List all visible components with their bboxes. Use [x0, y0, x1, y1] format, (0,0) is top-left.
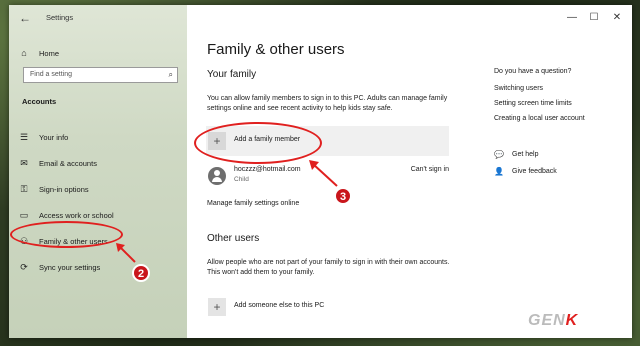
search-input[interactable]: Find a setting ⌕ — [23, 67, 178, 83]
search-icon[interactable]: ⌕ — [169, 70, 173, 80]
switching-users-link[interactable]: Switching users — [494, 85, 543, 92]
give-feedback-link[interactable]: 👤 Give feedback — [494, 167, 557, 176]
back-arrow-icon[interactable]: ← — [19, 11, 33, 25]
avatar — [208, 167, 226, 185]
other-users-description: Allow people who are not part of your fa… — [207, 259, 450, 276]
home-nav-item[interactable]: ⌂ Home — [17, 43, 59, 63]
plus-icon: + — [208, 298, 226, 316]
other-users-heading: Other users — [207, 233, 260, 244]
section-heading: Accounts — [22, 97, 57, 106]
add-other-user-button[interactable]: + Add someone else to this PC — [206, 292, 449, 322]
window-title: Settings — [46, 13, 74, 22]
sidebar-item-sign-in-options[interactable]: ⚿ Sign-in options — [17, 179, 89, 199]
feedback-icon: 👤 — [494, 167, 504, 176]
add-other-user-label: Add someone else to this PC — [234, 302, 325, 309]
key-icon: ⚿ — [20, 183, 28, 194]
mail-icon: ✉ — [20, 157, 28, 168]
sync-icon: ⟳ — [20, 261, 28, 272]
step-badge-3: 3 — [334, 187, 352, 205]
get-help-link[interactable]: 💬 Get help — [494, 150, 538, 159]
sidebar-item-label: Access work or school — [39, 210, 114, 220]
sidebar-item-your-info[interactable]: ☰ Your info — [17, 127, 68, 147]
watermark-logo: GENK — [528, 312, 579, 329]
screen-time-link[interactable]: Setting screen time limits — [494, 100, 572, 107]
title-bar: ← Settings — ☐ ✕ — [9, 5, 632, 31]
sidebar-item-label: Sync your settings — [39, 262, 101, 272]
maximize-button[interactable]: ☐ — [584, 10, 604, 26]
page-title: Family & other users — [207, 41, 345, 58]
give-feedback-label: Give feedback — [512, 168, 557, 175]
member-role: Child — [234, 176, 249, 183]
main-content: Family & other users Your family You can… — [187, 5, 632, 338]
sidebar: ⌂ Home Find a setting ⌕ Accounts ☰ Your … — [9, 5, 187, 338]
briefcase-icon: ▭ — [19, 209, 29, 220]
close-button[interactable]: ✕ — [607, 10, 627, 26]
highlight-ellipse-sidebar — [10, 221, 123, 248]
home-label: Home — [39, 48, 60, 58]
get-help-label: Get help — [512, 151, 539, 158]
search-placeholder: Find a setting — [30, 71, 73, 78]
member-email: hoczzz@hotmail.com — [234, 166, 301, 173]
sidebar-item-label: Sign-in options — [39, 184, 89, 194]
minimize-button[interactable]: — — [562, 10, 582, 26]
sidebar-item-sync[interactable]: ⟳ Sync your settings — [17, 257, 100, 277]
highlight-ellipse-add-member — [194, 122, 322, 164]
step-badge-2: 2 — [132, 264, 150, 282]
sidebar-item-label: Your info — [39, 132, 69, 142]
person-card-icon: ☰ — [19, 131, 29, 142]
help-question-heading: Do you have a question? — [494, 68, 572, 75]
sidebar-item-email-accounts[interactable]: ✉ Email & accounts — [17, 153, 97, 173]
chat-help-icon: 💬 — [494, 150, 504, 159]
home-icon: ⌂ — [21, 48, 27, 58]
member-status: Can't sign in — [410, 166, 449, 173]
local-account-link[interactable]: Creating a local user account — [494, 115, 585, 122]
sidebar-item-label: Email & accounts — [39, 158, 97, 168]
your-family-heading: Your family — [207, 69, 257, 80]
manage-family-link[interactable]: Manage family settings online — [207, 200, 299, 207]
your-family-description: You can allow family members to sign in … — [207, 95, 448, 112]
